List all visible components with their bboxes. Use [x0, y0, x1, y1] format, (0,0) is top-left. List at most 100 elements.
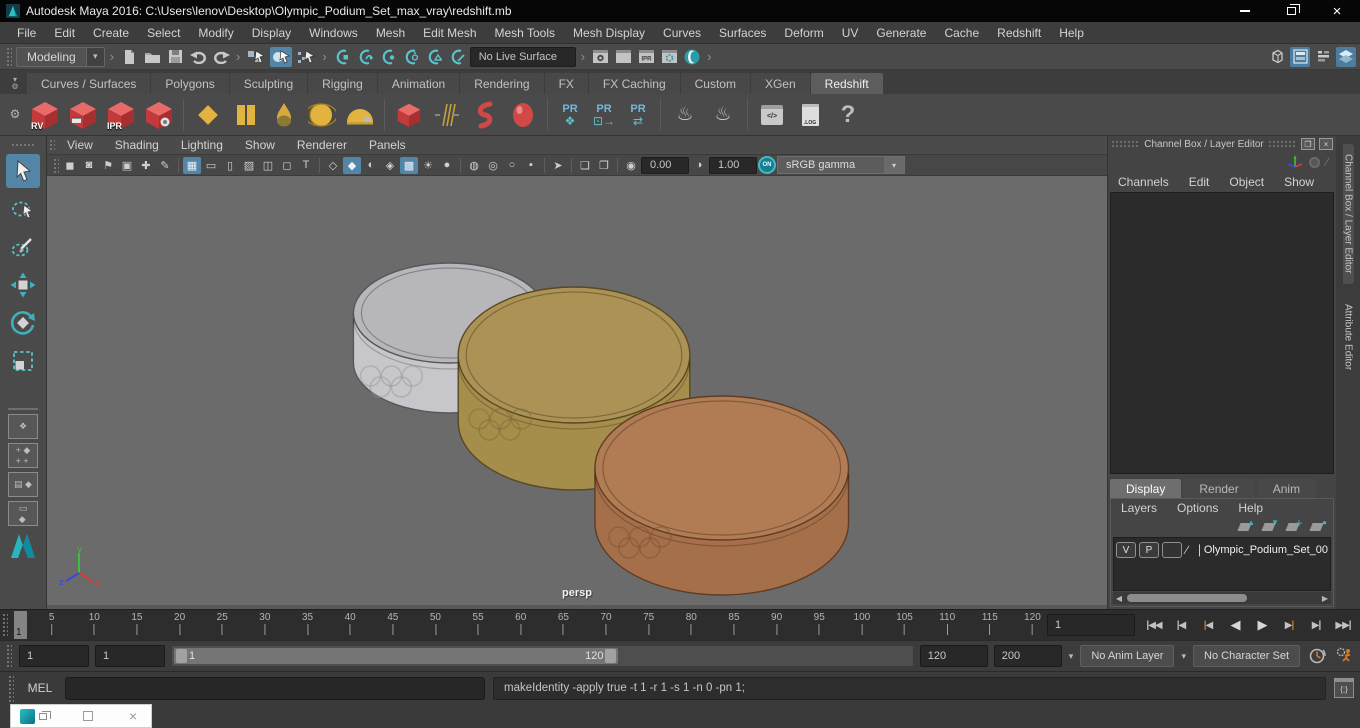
group-collapse-icon[interactable]: › [579, 49, 587, 64]
viewport-canvas[interactable]: y x z persp [47, 176, 1107, 609]
isolate-select-icon[interactable]: ❏ [576, 157, 594, 174]
camera-icon[interactable]: ◼ [61, 157, 79, 174]
menu-help[interactable]: Help [1050, 26, 1093, 40]
create-layer-from-selected-button[interactable]: ● [1309, 518, 1327, 533]
layer-color-swatch[interactable]: ∕⎹ [1185, 542, 1201, 558]
layer-row[interactable]: V P ∕⎹ Olympic_Podium_Set_00 [1116, 540, 1328, 560]
paint-select-tool[interactable] [6, 230, 40, 264]
shelf-tab-redshift[interactable]: Redshift [810, 73, 883, 94]
snap-to-curve-button[interactable] [355, 47, 375, 67]
safe-title-icon[interactable]: T [297, 157, 315, 174]
panel-menu-renderer[interactable]: Renderer [286, 138, 358, 152]
close-window-icon[interactable]: × [129, 709, 137, 723]
bronze-podium[interactable] [594, 395, 850, 596]
menu-windows[interactable]: Windows [300, 26, 367, 40]
play-backwards-button[interactable]: ◀ [1222, 615, 1248, 635]
toolbox-toggle-button[interactable] [1267, 47, 1287, 67]
tab-channel-box[interactable]: Channel Box / Layer Editor [1342, 144, 1354, 284]
channel-box-toggle-button[interactable] [1336, 46, 1356, 67]
image-plane-icon[interactable]: ▣ [118, 157, 136, 174]
select-component-button[interactable] [295, 47, 317, 67]
safe-action-icon[interactable]: ◻ [278, 157, 296, 174]
layer-tab-anim[interactable]: Anim [1256, 479, 1317, 498]
create-empty-layer-button[interactable]: ＋ [1285, 519, 1303, 533]
menu-redshift[interactable]: Redshift [988, 26, 1050, 40]
layout-four-pane-button[interactable]: + ◆ + + [8, 443, 38, 468]
command-language-label[interactable]: MEL [23, 681, 57, 695]
open-scene-button[interactable] [142, 47, 162, 67]
render-settings-button[interactable] [659, 47, 679, 67]
range-start-handle[interactable] [176, 649, 187, 663]
shelf-tab-rigging[interactable]: Rigging [308, 73, 377, 94]
character-set-select[interactable]: No Character Set [1193, 645, 1300, 667]
range-slider-track[interactable]: 1 120 [171, 645, 914, 667]
menu-select[interactable]: Select [138, 26, 189, 40]
layout-split-pane-button[interactable]: ▭ ◆ [8, 501, 38, 526]
layer-scrollbar[interactable]: ◀ ▶ [1113, 592, 1331, 604]
grid-icon[interactable]: ▦ [183, 156, 201, 174]
panel-menu-shading[interactable]: Shading [104, 138, 170, 152]
motion-blur-icon[interactable]: ◎ [484, 157, 502, 174]
help-button[interactable]: ? [831, 97, 865, 133]
bookmark-icon[interactable]: ⚑ [99, 157, 117, 174]
panel-menu-panels[interactable]: Panels [358, 138, 417, 152]
bake-selected-button[interactable]: ♨ [706, 97, 740, 133]
pr-export-button[interactable]: PR ⊡→ [589, 98, 619, 132]
multisample-icon[interactable]: ○ [503, 157, 521, 174]
go-to-end-button[interactable]: ▶▶ | [1330, 615, 1356, 635]
shelf-tab-custom[interactable]: Custom [680, 73, 750, 94]
isolate-add-icon[interactable]: ❐ [595, 157, 613, 174]
two-d-pan-zoom-icon[interactable]: ✚ [137, 157, 155, 174]
animation-end-field[interactable] [993, 645, 1062, 667]
redshift-settings-shelf-button[interactable] [142, 97, 176, 133]
channel-menu-edit[interactable]: Edit [1179, 175, 1220, 189]
pr-convert-button[interactable]: PR ⇄ [623, 98, 653, 132]
layer-playback-toggle[interactable]: P [1138, 542, 1159, 558]
range-slider-bar[interactable]: 1 120 [174, 648, 619, 664]
layer-menu-help[interactable]: Help [1228, 501, 1273, 515]
gold-podium-top[interactable] [457, 286, 691, 424]
layer-display-type-toggle[interactable] [1161, 542, 1182, 558]
new-scene-button[interactable] [119, 47, 139, 67]
rs-hair-button[interactable] [430, 97, 464, 133]
camera-attributes-icon[interactable]: ◙ [80, 157, 98, 174]
menu-set-selector[interactable]: Modeling ▾ [16, 46, 105, 67]
rs-proxy-button[interactable] [392, 97, 426, 133]
layer-tab-render[interactable]: Render [1183, 479, 1255, 498]
menu-file[interactable]: File [8, 26, 45, 40]
wireframe-icon[interactable]: ◇ [324, 157, 342, 174]
redshift-renderview-shelf-button[interactable]: RV [28, 97, 62, 133]
channel-menu-show[interactable]: Show [1274, 175, 1324, 189]
playback-end-field[interactable] [919, 645, 988, 667]
move-tool[interactable] [6, 268, 40, 302]
lasso-tool[interactable] [6, 192, 40, 226]
field-chart-icon[interactable]: ◫ [259, 157, 277, 174]
resolution-gate-icon[interactable]: ▯ [221, 157, 239, 174]
maya-home-button[interactable] [7, 532, 39, 561]
range-grip[interactable] [5, 643, 12, 669]
menu-create[interactable]: Create [84, 26, 138, 40]
channel-menu-object[interactable]: Object [1219, 175, 1274, 189]
scroll-left-icon[interactable]: ◀ [1113, 594, 1125, 603]
shelf-tab-curves-surfaces[interactable]: Curves / Surfaces [27, 73, 151, 94]
gamma-mode-select[interactable]: sRGB gamma ▾ [777, 156, 905, 174]
scrollbar-thumb[interactable] [1127, 594, 1247, 602]
script-window-button[interactable]: </> [755, 97, 789, 133]
menu-surfaces[interactable]: Surfaces [710, 26, 775, 40]
rs-curve-button[interactable] [468, 97, 502, 133]
tab-attribute-editor[interactable]: Attribute Editor [1343, 294, 1354, 380]
shelf-tab-rendering[interactable]: Rendering [460, 73, 544, 94]
channel-menu-channels[interactable]: Channels [1108, 175, 1179, 189]
shelf-tab-animation[interactable]: Animation [377, 73, 460, 94]
layer-visibility-toggle[interactable]: V [1116, 542, 1136, 558]
playback-start-field[interactable] [95, 645, 165, 667]
tool-settings-toggle-button[interactable] [1313, 47, 1333, 67]
redshift-render-shelf-button[interactable] [66, 97, 100, 133]
menu-generate[interactable]: Generate [867, 26, 935, 40]
rotate-tool[interactable] [6, 306, 40, 340]
chevron-down-icon[interactable]: ▾ [1068, 651, 1075, 662]
group-collapse-icon[interactable]: › [234, 49, 242, 64]
layer-tab-display[interactable]: Display [1110, 479, 1182, 498]
shelf-menu-button[interactable]: ▾ ⚙ [4, 76, 26, 94]
redo-button[interactable] [211, 47, 231, 67]
